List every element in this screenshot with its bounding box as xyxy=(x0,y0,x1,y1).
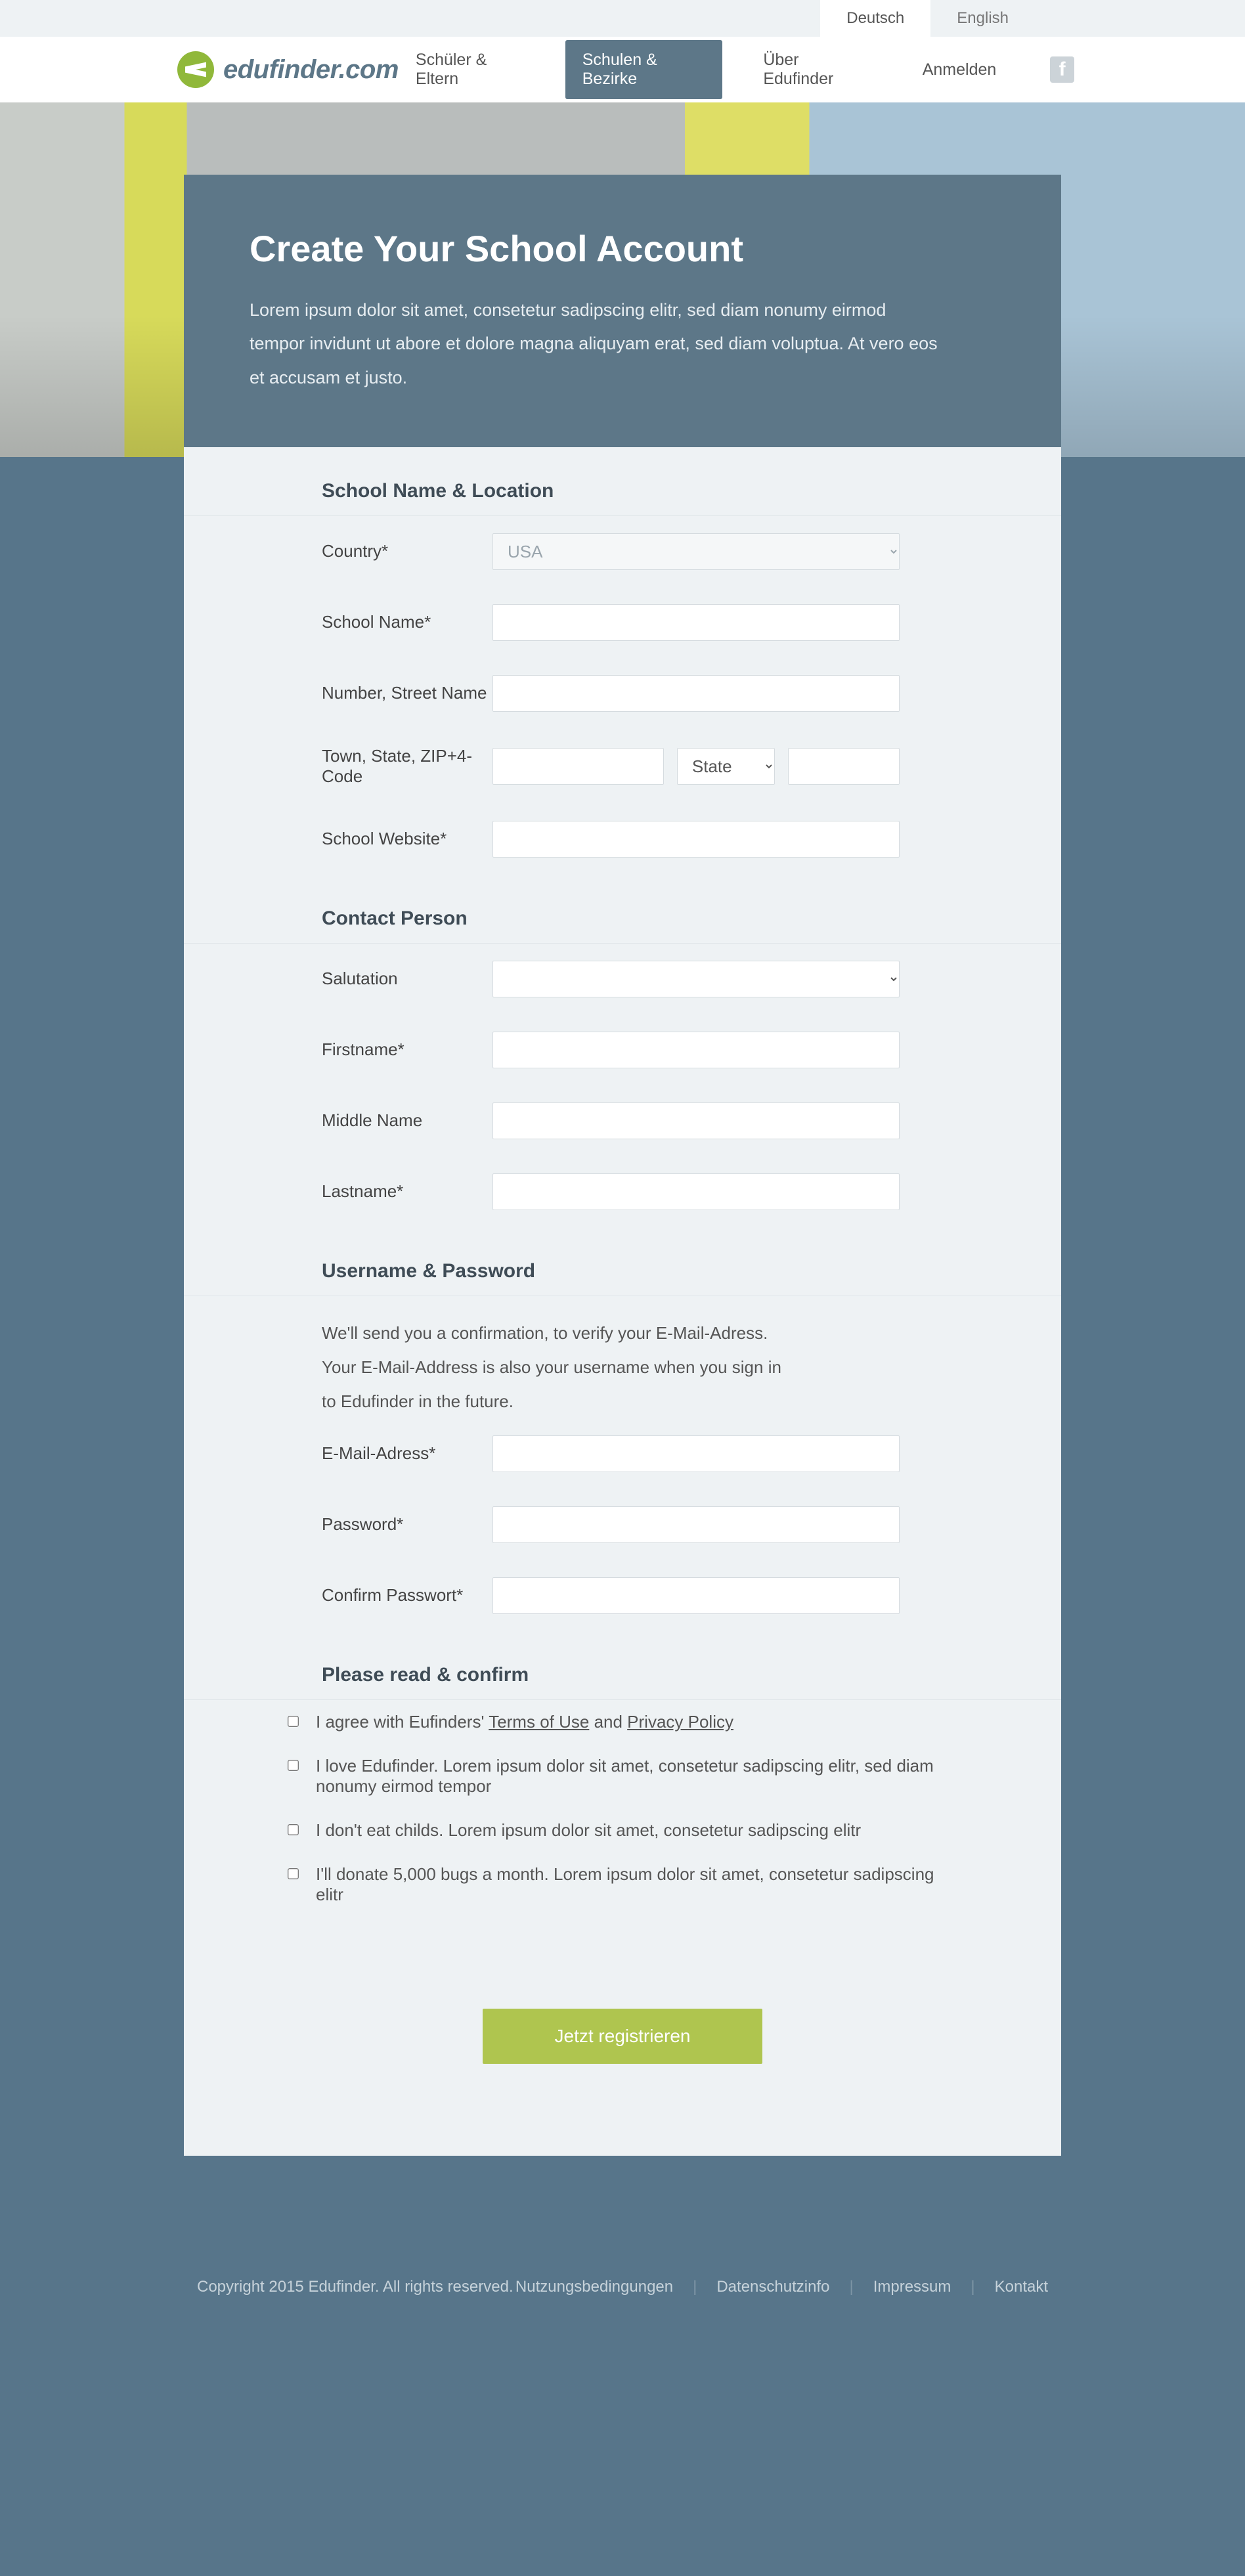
site-header: edufinder.com Schüler & Eltern Schulen &… xyxy=(0,37,1245,102)
register-button[interactable]: Jetzt registrieren xyxy=(483,2009,763,2064)
firstname-input[interactable] xyxy=(492,1032,900,1068)
donate-checkbox[interactable] xyxy=(288,1868,299,1879)
label-lastname: Lastname* xyxy=(322,1181,492,1202)
facebook-icon[interactable]: f xyxy=(1050,56,1074,83)
footer-links: Nutzungsbedingungen| Datenschutzinfo| Im… xyxy=(515,2278,1048,2576)
label-website: School Website* xyxy=(322,829,492,849)
terms-link[interactable]: Terms of Use xyxy=(489,1712,589,1732)
town-input[interactable] xyxy=(492,748,664,785)
privacy-link[interactable]: Privacy Policy xyxy=(627,1712,733,1732)
credentials-note: We'll send you a confirmation, to verify… xyxy=(184,1296,926,1418)
page-title: Create Your School Account xyxy=(250,227,995,270)
section-confirm: Please read & confirm xyxy=(184,1631,1061,1700)
password-input[interactable] xyxy=(492,1506,900,1543)
page-intro: Lorem ipsum dolor sit amet, consetetur s… xyxy=(250,294,946,395)
website-input[interactable] xyxy=(492,821,900,858)
graduation-cap-icon xyxy=(177,51,214,88)
label-password: Password* xyxy=(322,1514,492,1535)
label-town-state-zip: Town, State, ZIP+4-Code xyxy=(322,746,492,787)
nav-schools[interactable]: Schulen & Bezirke xyxy=(565,40,723,99)
footer-terms[interactable]: Nutzungsbedingungen xyxy=(515,2278,673,2576)
street-input[interactable] xyxy=(492,675,900,712)
email-input[interactable] xyxy=(492,1435,900,1472)
agree-terms-checkbox[interactable] xyxy=(288,1716,299,1727)
zip-input[interactable] xyxy=(788,748,900,785)
middlename-input[interactable] xyxy=(492,1102,900,1139)
footer-copyright: Copyright 2015 Edufinder. All rights res… xyxy=(197,2278,513,2576)
section-credentials: Username & Password xyxy=(184,1227,1061,1296)
label-school-name: School Name* xyxy=(322,612,492,632)
language-bar: Deutsch English xyxy=(0,0,1245,37)
section-contact-person: Contact Person xyxy=(184,875,1061,944)
children-checkbox[interactable] xyxy=(288,1824,299,1835)
footer-contact[interactable]: Kontakt xyxy=(995,2278,1048,2576)
state-select[interactable]: State xyxy=(677,748,775,785)
card-header: Create Your School Account Lorem ipsum d… xyxy=(184,175,1061,447)
label-middlename: Middle Name xyxy=(322,1110,492,1131)
brand-name: edufinder.com xyxy=(223,55,399,85)
logo[interactable]: edufinder.com xyxy=(177,51,399,88)
section-school-location: School Name & Location xyxy=(184,447,1061,516)
registration-card: Create Your School Account Lorem ipsum d… xyxy=(184,175,1061,2156)
footer-privacy[interactable]: Datenschutzinfo xyxy=(716,2278,829,2576)
lang-de-button[interactable]: Deutsch xyxy=(820,0,930,37)
label-country: Country* xyxy=(322,541,492,561)
love-edufinder-checkbox[interactable] xyxy=(288,1760,299,1771)
nav-students[interactable]: Schüler & Eltern xyxy=(399,40,542,99)
agree-terms-text: I agree with Eufinders' Terms of Use and… xyxy=(316,1712,733,1732)
country-select[interactable]: USA xyxy=(492,533,900,570)
nav-login[interactable]: Anmelden xyxy=(906,50,1014,90)
nav-about[interactable]: Über Edufinder xyxy=(746,40,881,99)
label-salutation: Salutation xyxy=(322,969,492,989)
salutation-select[interactable] xyxy=(492,961,900,997)
donate-text: I'll donate 5,000 bugs a month. Lorem ip… xyxy=(316,1864,956,1905)
footer-imprint[interactable]: Impressum xyxy=(873,2278,951,2576)
lang-en-button[interactable]: English xyxy=(930,0,1035,37)
lastname-input[interactable] xyxy=(492,1173,900,1210)
school-name-input[interactable] xyxy=(492,604,900,641)
children-text: I don't eat childs. Lorem ipsum dolor si… xyxy=(316,1820,861,1841)
love-edufinder-text: I love Edufinder. Lorem ipsum dolor sit … xyxy=(316,1756,956,1797)
password-confirm-input[interactable] xyxy=(492,1577,900,1614)
label-email: E-Mail-Adress* xyxy=(322,1443,492,1464)
label-street: Number, Street Name xyxy=(322,683,492,703)
label-password-confirm: Confirm Passwort* xyxy=(322,1585,492,1605)
main-nav: Schüler & Eltern Schulen & Bezirke Über … xyxy=(399,40,1074,99)
site-footer: Copyright 2015 Edufinder. All rights res… xyxy=(0,2235,1245,2576)
label-firstname: Firstname* xyxy=(322,1039,492,1060)
